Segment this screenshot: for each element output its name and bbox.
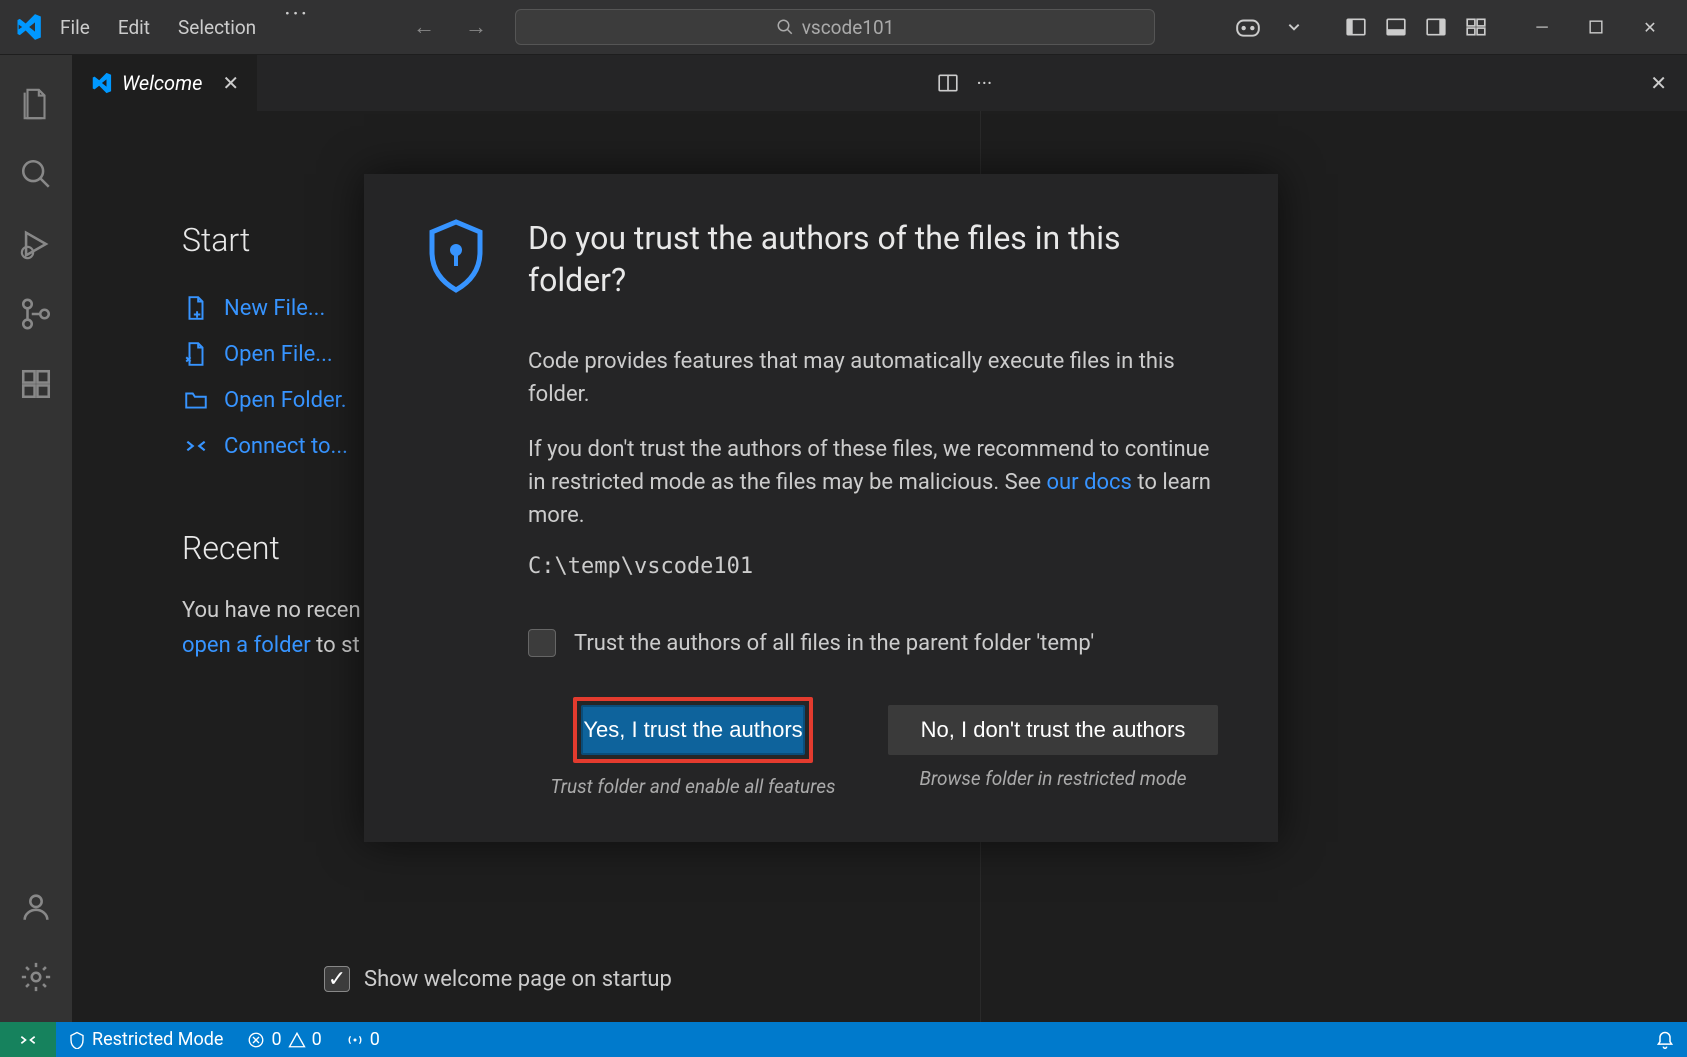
chevron-down-icon[interactable] [1277,14,1311,40]
activity-bar [0,55,72,1022]
trust-yes-button[interactable]: Yes, I trust the authors [581,705,804,755]
menu-overflow-icon[interactable]: ··· [270,0,323,55]
title-bar: File Edit Selection ··· ← → vscode101 ─ … [0,0,1687,55]
layout-sidebar-right-icon[interactable] [1417,10,1455,44]
error-icon [247,1031,265,1049]
our-docs-link[interactable]: our docs [1046,470,1131,495]
menu-selection[interactable]: Selection [164,0,270,55]
trust-no-button[interactable]: No, I don't trust the authors [888,705,1218,755]
vscode-logo-icon [10,13,46,41]
dialog-folder-path: C:\temp\vscode101 [528,554,1218,579]
menu-file[interactable]: File [46,0,104,55]
trust-no-subtext: Browse folder in restricted mode [919,767,1186,790]
activity-source-control-icon[interactable] [1,279,71,349]
layout-sidebar-left-icon[interactable] [1337,10,1375,44]
activity-explorer-icon[interactable] [1,69,71,139]
menu-bar: File Edit Selection ··· [46,0,323,55]
tab-label: Welcome [122,71,202,95]
search-icon [776,18,794,36]
open-folder-link[interactable]: open a folder [182,633,311,658]
nav-back-icon[interactable]: ← [403,14,445,40]
workspace-trust-dialog: Do you trust the authors of the files in… [364,174,1278,842]
nav-forward-icon[interactable]: → [455,14,497,40]
checkbox-checked-icon: ✓ [324,966,350,992]
dialog-paragraph-1: Code provides features that may automati… [528,345,1218,411]
open-file-icon [182,341,210,367]
status-remote-icon[interactable] [0,1022,56,1057]
tab-welcome[interactable]: Welcome ✕ [72,55,258,111]
activity-search-icon[interactable] [1,139,71,209]
dialog-title: Do you trust the authors of the files in… [528,218,1218,301]
folder-icon [182,387,210,413]
activity-accounts-icon[interactable] [1,872,71,942]
menu-edit[interactable]: Edit [104,0,164,55]
more-actions-icon[interactable]: ··· [977,71,993,95]
activity-debug-icon[interactable] [1,209,71,279]
warning-icon [288,1031,306,1049]
layout-panel-icon[interactable] [1377,10,1415,44]
editor-close-icon[interactable]: ✕ [1650,71,1667,95]
split-editor-icon[interactable] [937,72,959,94]
shield-small-icon [68,1031,86,1049]
remote-icon [182,433,210,459]
window-close-icon[interactable]: ✕ [1623,7,1677,47]
annotation-highlight: Yes, I trust the authors [573,697,812,763]
command-center-text: vscode101 [802,16,895,39]
status-bar: Restricted Mode 0 0 0 [0,1022,1687,1057]
checkbox-unchecked-icon [528,629,556,657]
status-restricted-mode[interactable]: Restricted Mode [56,1022,235,1057]
window-minimize-icon[interactable]: ─ [1515,7,1569,47]
shield-icon [424,218,488,294]
activity-settings-icon[interactable] [1,942,71,1012]
dialog-paragraph-2: If you don't trust the authors of these … [528,433,1218,532]
trust-yes-subtext: Trust folder and enable all features [550,775,835,798]
tabs-bar: Welcome ✕ ··· ✕ [72,55,1687,111]
new-file-icon [182,295,210,321]
tab-close-icon[interactable]: ✕ [222,71,239,95]
broadcast-icon [346,1031,364,1049]
activity-extensions-icon[interactable] [1,349,71,419]
status-ports[interactable]: 0 [334,1022,392,1057]
copilot-icon[interactable] [1225,10,1271,44]
show-on-startup-checkbox[interactable]: ✓ Show welcome page on startup [324,966,672,992]
vscode-icon [90,72,112,94]
window-maximize-icon[interactable] [1569,7,1623,47]
layout-customize-icon[interactable] [1457,10,1495,44]
status-problems[interactable]: 0 0 [235,1022,333,1057]
trust-parent-checkbox-row[interactable]: Trust the authors of all files in the pa… [528,629,1218,657]
command-center[interactable]: vscode101 [515,9,1155,45]
status-notifications-icon[interactable] [1643,1022,1687,1057]
